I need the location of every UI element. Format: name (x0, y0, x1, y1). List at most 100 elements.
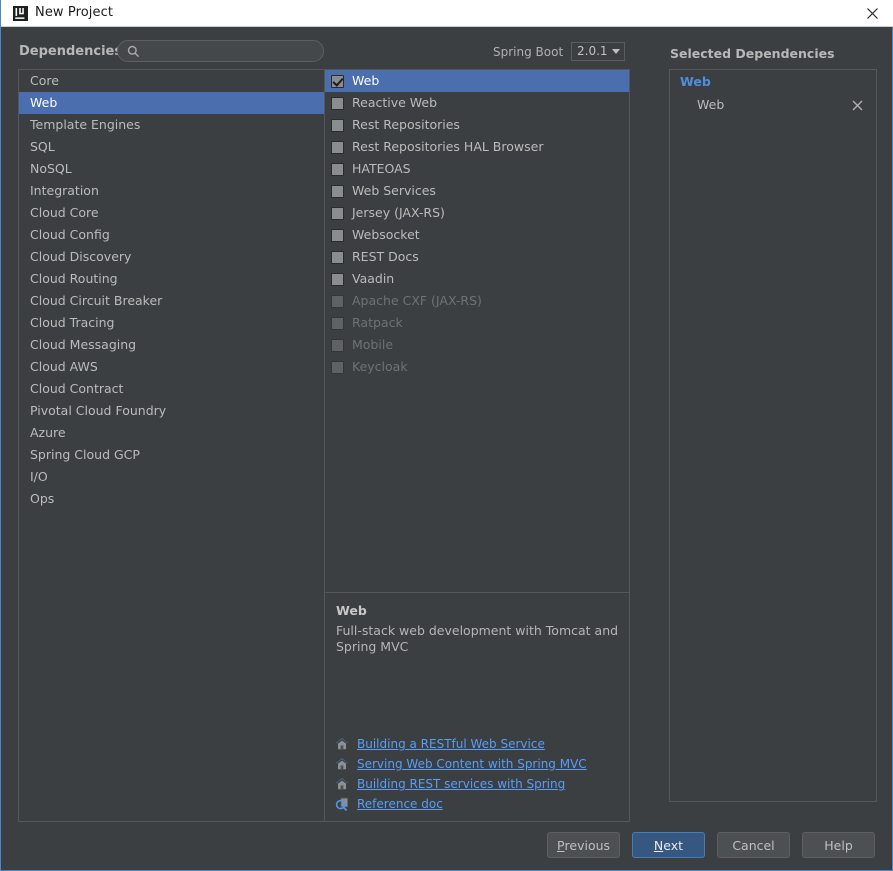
search-input[interactable] (146, 43, 320, 62)
category-item-label: Web (30, 95, 57, 110)
starter-item-label: Jersey (JAX-RS) (352, 202, 445, 224)
dependencies-label: Dependencies (19, 44, 122, 59)
intellij-idea-icon (13, 6, 28, 21)
category-item-label: Core (30, 73, 59, 88)
next-button[interactable]: Next (632, 832, 705, 858)
title-bar: New Project (1, 0, 893, 27)
description-link[interactable]: Building REST services with Spring (335, 774, 625, 794)
help-button[interactable]: Help (802, 832, 875, 858)
search-box[interactable] (117, 40, 324, 62)
starter-item-label: Mobile (352, 334, 393, 356)
selected-dependencies-label: Selected Dependencies (670, 46, 835, 61)
category-item-label: Cloud Config (30, 227, 110, 242)
selected-dependency-label: Web (697, 93, 850, 117)
category-item[interactable]: Template Engines (19, 114, 324, 136)
selected-dependencies-list[interactable]: WebWeb (669, 69, 877, 802)
starter-item[interactable]: Reactive Web (325, 92, 629, 114)
cancel-button[interactable]: Cancel (717, 832, 790, 858)
category-item[interactable]: Cloud Core (19, 202, 324, 224)
checkbox-icon[interactable] (331, 97, 344, 110)
category-item[interactable]: Cloud Routing (19, 268, 324, 290)
checkbox-icon (331, 339, 344, 352)
description-link[interactable]: Building a RESTful Web Service (335, 734, 625, 754)
category-item[interactable]: NoSQL (19, 158, 324, 180)
category-item[interactable]: Cloud Messaging (19, 334, 324, 356)
category-item[interactable]: SQL (19, 136, 324, 158)
category-item-label: NoSQL (30, 161, 72, 176)
starter-item[interactable]: REST Docs (325, 246, 629, 268)
category-item[interactable]: Ops (19, 488, 324, 510)
previous-button[interactable]: Previous (547, 832, 620, 858)
starter-item-label: Rest Repositories (352, 114, 460, 136)
categories-list[interactable]: Core Web Template Engines SQL NoSQL Integrati… (18, 69, 324, 822)
chevron-down-icon (612, 49, 620, 54)
checkbox-icon[interactable] (331, 207, 344, 220)
starter-item-label: Reactive Web (352, 92, 437, 114)
category-item[interactable]: Cloud Circuit Breaker (19, 290, 324, 312)
category-item-label: Pivotal Cloud Foundry (30, 403, 166, 418)
spring-boot-label: Spring Boot (493, 45, 563, 59)
selected-dependency-item[interactable]: Web (670, 93, 876, 117)
description-link[interactable]: Reference doc (335, 794, 625, 814)
checkbox-icon (331, 361, 344, 374)
close-icon[interactable] (850, 0, 893, 26)
category-item-label: SQL (30, 139, 55, 154)
description-panel: Web Full-stack web development with Tomc… (324, 593, 630, 822)
description-link-label[interactable]: Building REST services with Spring (357, 774, 565, 794)
checkbox-icon[interactable] (331, 163, 344, 176)
category-item-label: I/O (30, 469, 48, 484)
category-item[interactable]: Cloud Config (19, 224, 324, 246)
starter-item[interactable]: Web Services (325, 180, 629, 202)
category-item[interactable]: Pivotal Cloud Foundry (19, 400, 324, 422)
home-guide-icon (335, 757, 349, 771)
category-item-label: Integration (30, 183, 99, 198)
remove-dependency-close-icon[interactable] (850, 98, 864, 112)
starter-item[interactable]: Vaadin (325, 268, 629, 290)
category-item[interactable]: Azure (19, 422, 324, 444)
starter-item-label: Web Services (352, 180, 436, 202)
category-item[interactable]: Cloud Discovery (19, 246, 324, 268)
starter-item: Mobile (325, 334, 629, 356)
description-link[interactable]: Serving Web Content with Spring MVC (335, 754, 625, 774)
new-project-dialog: New Project Dependencies Spring Boot 2.0… (0, 0, 893, 871)
starter-item: Keycloak (325, 356, 629, 378)
checkbox-checked-icon[interactable] (331, 75, 344, 88)
description-title: Web (336, 603, 367, 618)
starter-item-label: Web (352, 70, 379, 92)
starters-list[interactable]: WebReactive WebRest RepositoriesRest Rep… (324, 69, 630, 593)
selected-group-header: Web (670, 70, 876, 93)
category-item[interactable]: Cloud Tracing (19, 312, 324, 334)
checkbox-icon[interactable] (331, 251, 344, 264)
category-item[interactable]: Integration (19, 180, 324, 202)
description-link-label[interactable]: Building a RESTful Web Service (357, 734, 545, 754)
spring-boot-version-select[interactable]: 2.0.1 (571, 42, 625, 61)
category-item[interactable]: Cloud AWS (19, 356, 324, 378)
checkbox-icon (331, 317, 344, 330)
checkbox-icon[interactable] (331, 119, 344, 132)
category-item[interactable]: I/O (19, 466, 324, 488)
category-item[interactable]: Spring Cloud GCP (19, 444, 324, 466)
checkbox-icon[interactable] (331, 273, 344, 286)
category-item[interactable]: Cloud Contract (19, 378, 324, 400)
starter-item[interactable]: HATEOAS (325, 158, 629, 180)
starter-item: Ratpack (325, 312, 629, 334)
checkbox-icon[interactable] (331, 141, 344, 154)
category-item-label: Cloud Messaging (30, 337, 136, 352)
checkbox-icon (331, 295, 344, 308)
category-item-label: Cloud Discovery (30, 249, 131, 264)
starter-item[interactable]: Websocket (325, 224, 629, 246)
checkbox-icon[interactable] (331, 229, 344, 242)
checkbox-icon[interactable] (331, 185, 344, 198)
starter-item[interactable]: Rest Repositories (325, 114, 629, 136)
category-item-label: Cloud Routing (30, 271, 118, 286)
category-item-label: Cloud Core (30, 205, 99, 220)
category-item[interactable]: Core (19, 70, 324, 92)
starter-item[interactable]: Rest Repositories HAL Browser (325, 136, 629, 158)
search-icon (127, 45, 140, 58)
starter-item-label: Rest Repositories HAL Browser (352, 136, 543, 158)
category-item[interactable]: Web (19, 92, 324, 114)
description-link-label[interactable]: Reference doc (357, 794, 443, 814)
starter-item[interactable]: Jersey (JAX-RS) (325, 202, 629, 224)
description-link-label[interactable]: Serving Web Content with Spring MVC (357, 754, 587, 774)
starter-item[interactable]: Web (325, 70, 629, 92)
